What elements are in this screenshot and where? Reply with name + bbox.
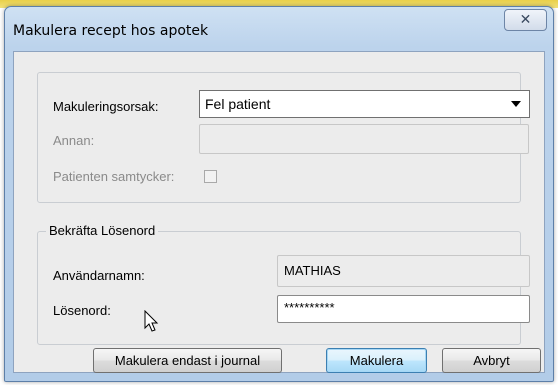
chevron-down-icon[interactable] [511,101,521,107]
close-button[interactable]: ✕ [504,9,547,31]
dialog-title: Makulera recept hos apotek [13,23,209,39]
other-reason-label: Annan: [53,133,95,148]
close-icon: ✕ [519,11,532,27]
cancel-in-journal-only-button[interactable]: Makulera endast i journal [93,348,282,373]
username-value: MATHIAS [284,263,341,278]
password-field[interactable]: ********** [277,295,530,323]
title-bar[interactable]: Makulera recept hos apotek ✕ [5,7,553,51]
reason-selected-value: Fel patient [205,96,271,112]
password-group: Bekräfta Lösenord [37,223,521,345]
cancel-button[interactable]: Avbryt [442,348,541,373]
mouse-cursor-icon [144,310,159,332]
dialog-body: Makuleringsorsak: Fel patient Annan: Pat… [13,51,545,373]
reason-label: Makuleringsorsak: [53,99,159,114]
username-label: Användarnamn: [53,268,145,283]
reason-select[interactable]: Fel patient [199,90,530,118]
consent-checkbox[interactable] [204,170,217,183]
submit-cancel-prescription-button[interactable]: Makulera [326,348,427,373]
consent-label: Patienten samtycker: [53,169,175,184]
dialog-window: Makulera recept hos apotek ✕ Makulerings… [4,6,554,382]
other-reason-field[interactable] [199,124,529,154]
password-group-legend: Bekräfta Lösenord [46,223,159,238]
username-field: MATHIAS [277,255,530,287]
password-value: ********** [284,300,335,315]
password-label: Lösenord: [53,303,111,318]
